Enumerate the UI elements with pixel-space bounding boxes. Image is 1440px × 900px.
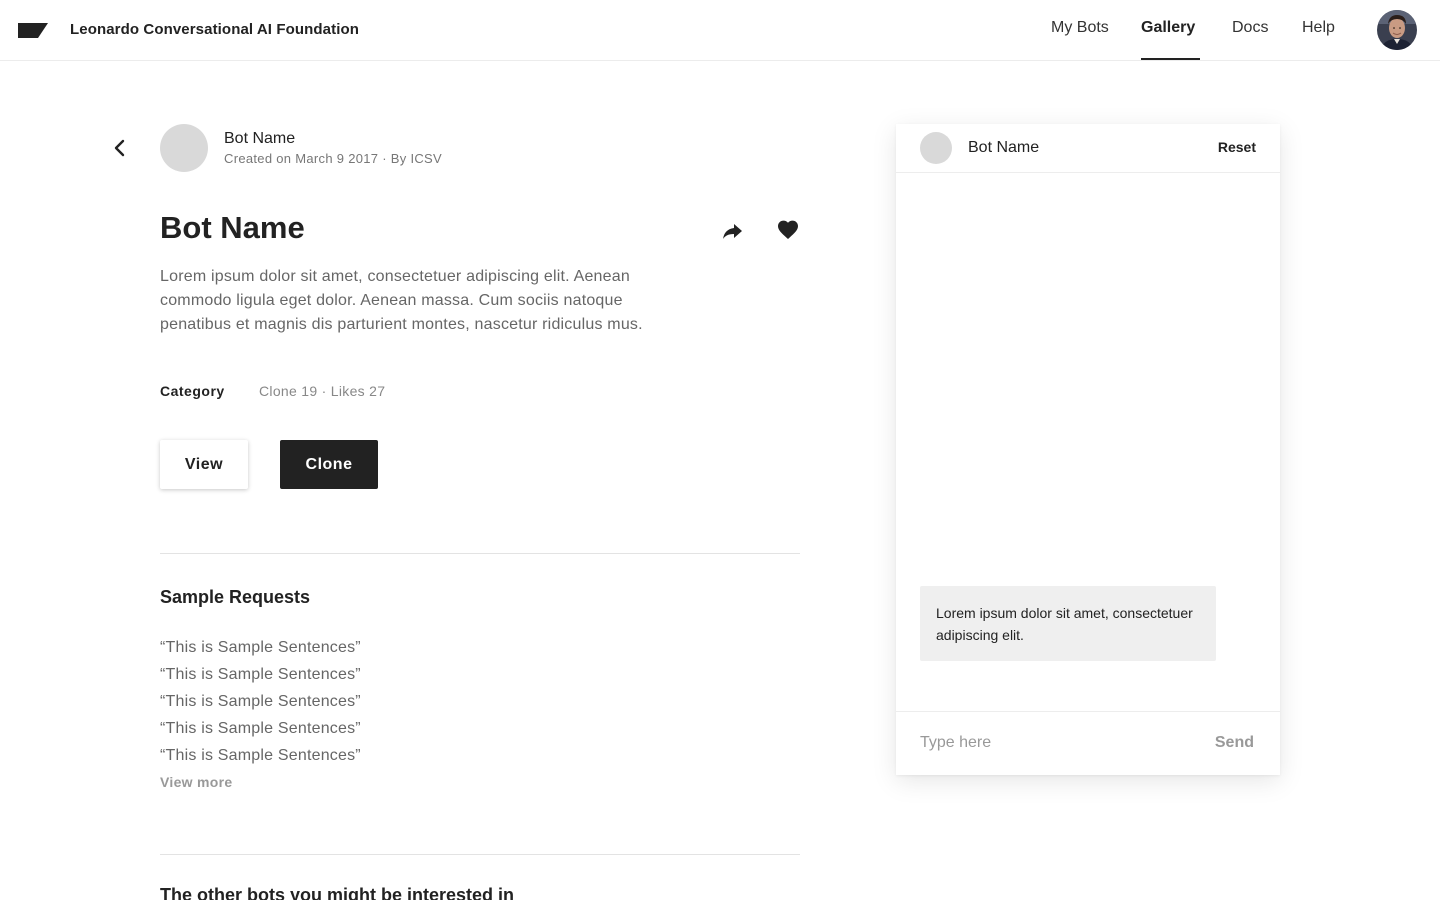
sample-request-item: “This is Sample Sentences” [160, 720, 361, 737]
nav-active-indicator [1141, 58, 1200, 60]
logo-icon[interactable] [18, 23, 48, 38]
bot-title: Bot Name [160, 210, 305, 245]
view-more-link[interactable]: View more [160, 774, 232, 790]
brand-name[interactable]: Leonardo Conversational AI Foundation [70, 21, 359, 38]
sample-requests-list: “This is Sample Sentences” “This is Samp… [160, 634, 361, 769]
user-avatar[interactable] [1377, 10, 1417, 50]
nav-docs[interactable]: Docs [1232, 19, 1268, 37]
bot-avatar [160, 124, 208, 172]
nav-help[interactable]: Help [1302, 19, 1335, 37]
heart-icon[interactable] [776, 218, 800, 242]
chat-header: Bot Name Reset [896, 124, 1280, 173]
sample-request-item: “This is Sample Sentences” [160, 639, 361, 656]
bot-description: Lorem ipsum dolor sit amet, consectetuer… [160, 268, 643, 333]
section-divider [160, 553, 800, 554]
chat-input-bar: Send [896, 711, 1280, 775]
bot-name-small: Bot Name [224, 130, 296, 147]
share-icon[interactable] [720, 219, 744, 243]
other-bots-title: The other bots you might be interested i… [160, 885, 515, 900]
send-button[interactable]: Send [1215, 734, 1254, 752]
sample-requests-title: Sample Requests [160, 587, 311, 607]
top-navigation-bar: Leonardo Conversational AI Foundation My… [0, 0, 1440, 61]
reset-button[interactable]: Reset [1218, 139, 1256, 155]
nav-my-bots[interactable]: My Bots [1051, 19, 1109, 37]
sample-request-item: “This is Sample Sentences” [160, 747, 361, 764]
sample-request-item: “This is Sample Sentences” [160, 666, 361, 683]
chat-message-bubble: Lorem ipsum dolor sit amet, consectetuer… [920, 586, 1216, 661]
chat-panel: Bot Name Reset Lorem ipsum dolor sit ame… [896, 124, 1280, 775]
clone-button[interactable]: Clone [280, 440, 378, 489]
chevron-left-icon[interactable] [110, 138, 130, 158]
chat-bot-name: Bot Name [968, 139, 1040, 156]
bot-created-info: Created on March 9 2017 · By ICSV [224, 151, 443, 166]
section-divider [160, 854, 800, 855]
bot-stats: Clone 19 · Likes 27 [259, 383, 386, 399]
nav-gallery[interactable]: Gallery [1141, 19, 1195, 37]
user-avatar-image [1377, 10, 1417, 50]
chat-message-input[interactable] [920, 734, 1180, 752]
category-label: Category [160, 383, 225, 399]
chat-bot-avatar [920, 132, 952, 164]
sample-request-item: “This is Sample Sentences” [160, 693, 361, 710]
view-button[interactable]: View [160, 440, 248, 489]
